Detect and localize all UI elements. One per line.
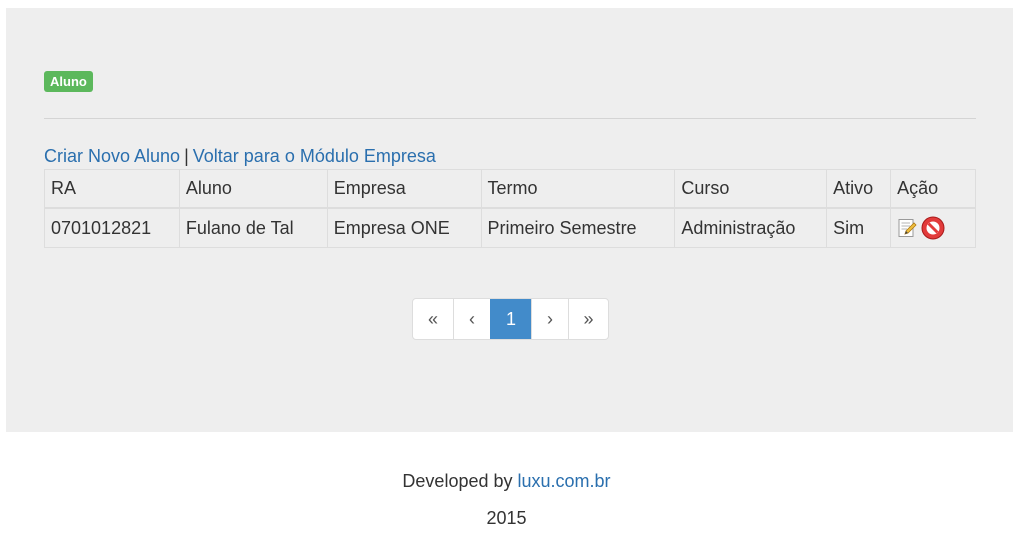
column-header-acao: Ação (890, 169, 976, 209)
cell-aluno: Fulano de Tal (178, 207, 328, 248)
pagination: « ‹ 1 › » (412, 298, 609, 340)
cell-ra: 0701012821 (44, 207, 180, 248)
pagination-last-button[interactable]: » (568, 299, 608, 339)
link-separator: | (184, 146, 189, 166)
back-to-empresa-link[interactable]: Voltar para o Módulo Empresa (193, 146, 436, 166)
column-header-curso[interactable]: Curso (674, 169, 828, 209)
aluno-badge: Aluno (44, 71, 93, 92)
table-header-row: RA Aluno Empresa Termo Curso Ativo Ação (44, 169, 976, 209)
footer-year: 2015 (486, 508, 527, 528)
table-row: 0701012821 Fulano de Tal Empresa ONE Pri… (44, 207, 976, 248)
create-aluno-link[interactable]: Criar Novo Aluno (44, 146, 180, 166)
column-header-empresa[interactable]: Empresa (326, 169, 482, 209)
cell-termo: Primeiro Semestre (480, 207, 676, 248)
cell-ativo: Sim (826, 207, 892, 248)
pagination-next-button[interactable]: › (531, 299, 568, 339)
action-links: Criar Novo Aluno | Voltar para o Módulo Em… (44, 145, 436, 167)
pagination-prev-button[interactable]: ‹ (453, 299, 490, 339)
footer-link[interactable]: luxu.com.br (518, 471, 611, 491)
cell-empresa: Empresa ONE (326, 207, 482, 248)
pagination-page-1[interactable]: 1 (490, 299, 531, 339)
edit-icon[interactable] (897, 218, 917, 238)
column-header-termo[interactable]: Termo (480, 169, 676, 209)
footer-developed-by: Developed by (402, 471, 513, 491)
column-header-ra[interactable]: RA (44, 169, 180, 209)
divider (44, 118, 976, 119)
main-panel: Aluno Criar Novo Aluno | Voltar para o Mód… (6, 8, 1013, 432)
footer-credit: Developed by luxu.com.br (0, 471, 1013, 492)
column-header-aluno[interactable]: Aluno (178, 169, 328, 209)
aluno-table: RA Aluno Empresa Termo Curso Ativo Ação … (44, 169, 976, 248)
cell-curso: Administração (674, 207, 828, 248)
cell-acao (890, 207, 976, 248)
delete-icon[interactable] (921, 216, 945, 240)
column-header-ativo[interactable]: Ativo (826, 169, 892, 209)
pagination-first-button[interactable]: « (413, 299, 453, 339)
action-icons (897, 216, 945, 240)
